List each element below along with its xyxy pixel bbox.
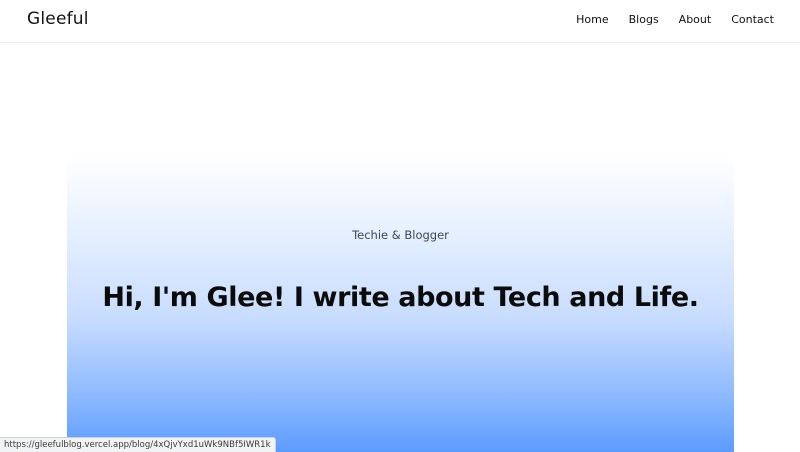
nav-link-blogs[interactable]: Blogs xyxy=(629,13,659,26)
nav-link-home[interactable]: Home xyxy=(576,13,608,26)
hero-headline: Hi, I'm Glee! I write about Tech and Lif… xyxy=(102,282,699,313)
hero-section: Techie & Blogger Hi, I'm Glee! I write a… xyxy=(67,156,734,452)
nav-link-contact[interactable]: Contact xyxy=(731,13,774,26)
navbar: Gleeful Home Blogs About Contact xyxy=(0,0,800,43)
hero-tagline: Techie & Blogger xyxy=(352,228,449,242)
nav-link-about[interactable]: About xyxy=(679,13,712,26)
nav-links: Home Blogs About Contact xyxy=(556,13,774,26)
brand-logo[interactable]: Gleeful xyxy=(27,9,89,29)
status-bar-url: https://gleefulblog.vercel.app/blog/4xQj… xyxy=(0,437,276,452)
